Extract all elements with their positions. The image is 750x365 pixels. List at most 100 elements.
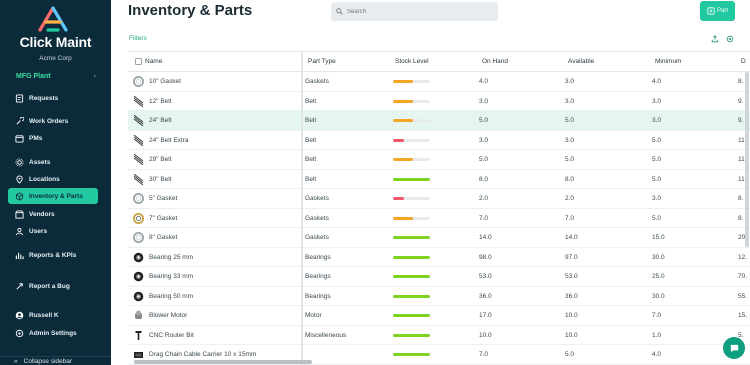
plant-selector[interactable]: MFG Plant › (16, 73, 96, 80)
part-name[interactable]: 24" Belt (149, 111, 172, 130)
part-type: Belt (305, 117, 317, 124)
minimum-value: 5.0 (652, 214, 662, 222)
column-header-on-hand[interactable]: On Hand (482, 52, 508, 72)
part-name[interactable]: 12" Belt (149, 92, 172, 111)
part-thumbnail-icon (133, 232, 144, 243)
sidebar-item-settings[interactable]: Admin Settings (8, 325, 98, 341)
sidebar-item-label: Requests (29, 94, 59, 102)
column-header-name[interactable]: Name (145, 52, 162, 72)
sidebar-item-bug[interactable]: Report a Bug (8, 278, 98, 294)
select-all-checkbox[interactable] (135, 58, 142, 65)
part-type: Belt (305, 97, 317, 105)
table-row[interactable]: Bearing 25 mm Bearings 98.0 97.0 30.0 12. (128, 248, 750, 267)
part-name[interactable]: Bearing 50 mm (149, 287, 193, 306)
sidebar-item-label: Inventory & Parts (29, 192, 83, 200)
table-row[interactable]: CNC Router Bit Miscelleneous 10.0 10.0 1.0 5. (128, 326, 750, 345)
part-name[interactable]: 10" Gasket (149, 72, 181, 91)
sidebar: Click Maint Acme Corp MFG Plant › Reques… (0, 0, 111, 365)
search-input[interactable] (347, 8, 487, 15)
stock-level-fill (393, 314, 430, 317)
part-name[interactable]: 24" Belt Extra (149, 131, 189, 150)
sidebar-item-locations[interactable]: Locations (8, 171, 98, 187)
available-value: 36.0 (565, 292, 578, 300)
part-name[interactable]: Bearing 25 mm (149, 248, 193, 267)
add-part-label: Part (716, 8, 728, 14)
part-name[interactable]: 5" Gasket (149, 189, 177, 208)
column-header-d[interactable]: D (741, 52, 746, 72)
stock-level-bar (393, 255, 430, 259)
part-name[interactable]: Bearing 33 mm (149, 267, 193, 286)
table-row[interactable]: Blower Motor Motor 17.0 10.0 7.0 15. (128, 306, 750, 326)
sidebar-item-assets[interactable]: Assets (8, 154, 98, 170)
stock-level-fill (393, 119, 414, 122)
part-thumbnail-icon (133, 291, 144, 301)
vertical-scrollbar[interactable] (745, 72, 749, 247)
add-part-button[interactable]: Part (700, 1, 735, 21)
sidebar-item-reports[interactable]: Reports & KPIs (8, 247, 98, 263)
part-thumbnail-icon (133, 95, 144, 107)
part-name[interactable]: Blower Motor (149, 306, 187, 325)
table-row[interactable]: Bearing 50 mm Bearings 36.0 36.0 30.0 55. (128, 287, 750, 306)
minimum-value: 5.0 (652, 156, 662, 163)
add-icon (707, 7, 715, 15)
horizontal-scrollbar[interactable] (0, 359, 750, 365)
column-header-stock-level[interactable]: Stock Level (395, 52, 429, 72)
table-row[interactable]: Bearing 33 mm Bearings 53.0 53.0 25.0 70. (128, 267, 750, 287)
sidebar-item-users[interactable]: Users (8, 223, 98, 239)
sidebar-item-label: Reports & KPIs (29, 251, 77, 259)
sidebar-item-user[interactable]: Russell K (8, 307, 98, 323)
table-row[interactable]: 7" Gasket Gaskets 7.0 7.0 5.0 8. (128, 209, 750, 228)
stock-level-fill (393, 275, 430, 278)
column-divider[interactable] (301, 52, 303, 365)
part-thumbnail-icon (133, 154, 144, 165)
table-row[interactable]: 30" Belt Belt 8.0 8.0 5.0 11. (128, 170, 750, 189)
part-thumbnail-icon (133, 134, 144, 146)
table-row[interactable]: 8" Gasket Gaskets 14.0 14.0 15.0 20. (128, 228, 750, 248)
table-row[interactable]: 24" Belt Belt 5.0 5.0 3.0 9. (128, 111, 750, 131)
sidebar-item-work-orders[interactable]: Work Orders (8, 113, 98, 129)
brand-name: Click Maint (19, 34, 92, 50)
column-header-part-type[interactable]: Part Type (308, 52, 336, 72)
table-row[interactable]: 29" Belt Belt 5.0 5.0 5.0 11. (128, 150, 750, 170)
part-name[interactable]: 30" Belt (149, 170, 172, 189)
table-row[interactable]: 10" Gasket Gaskets 4.0 3.0 4.0 8. (128, 72, 750, 92)
extra-value: 15. (738, 312, 748, 319)
search-box[interactable] (331, 2, 498, 21)
export-icon[interactable] (711, 35, 719, 43)
part-name[interactable]: 29" Belt (149, 150, 172, 169)
stock-level-fill (393, 177, 430, 181)
minimum-value: 1.0 (652, 331, 662, 339)
stock-level-bar (393, 275, 430, 278)
stock-level-bar (393, 158, 430, 161)
assets-icon (15, 158, 24, 166)
sidebar-item-requests[interactable]: Requests (8, 90, 98, 106)
column-header-minimum[interactable]: Minimum (655, 52, 681, 72)
column-header-available[interactable]: Available (568, 52, 594, 72)
part-name[interactable]: CNC Router Bit (149, 326, 194, 345)
column-settings-icon[interactable] (726, 35, 734, 43)
reports-icon (15, 252, 24, 259)
part-thumbnail-icon (133, 193, 144, 204)
available-value: 97.0 (565, 253, 578, 261)
on-hand-value: 8.0 (479, 175, 489, 183)
stock-level-bar (393, 236, 430, 239)
chat-button[interactable] (723, 337, 745, 359)
table-row[interactable]: 12" Belt Belt 3.0 3.0 3.0 9. (128, 92, 750, 111)
sidebar-item-pms[interactable]: PMs (8, 130, 98, 146)
sidebar-item-vendors[interactable]: Vendors (8, 206, 98, 222)
table-row[interactable]: 24" Belt Extra Belt 3.0 3.0 5.0 11. (128, 131, 750, 150)
horizontal-scroll-thumb[interactable] (134, 360, 312, 364)
sidebar-item-inventory[interactable]: Inventory & Parts (8, 188, 98, 204)
minimum-value: 3.0 (652, 117, 662, 124)
part-name[interactable]: 8" Gasket (149, 228, 177, 247)
minimum-value: 30.0 (652, 292, 665, 300)
part-type: Gaskets (305, 195, 329, 202)
table-row[interactable]: 5" Gasket Gaskets 2.0 2.0 3.0 8. (128, 189, 750, 209)
stock-level-bar (393, 294, 430, 298)
part-type: Miscelleneous (305, 331, 347, 339)
minimum-value: 3.0 (652, 195, 662, 202)
plant-label: MFG Plant (16, 73, 51, 80)
filters-button[interactable]: Filters (129, 35, 147, 42)
part-name[interactable]: 7" Gasket (149, 209, 177, 228)
on-hand-value: 7.0 (479, 214, 489, 222)
